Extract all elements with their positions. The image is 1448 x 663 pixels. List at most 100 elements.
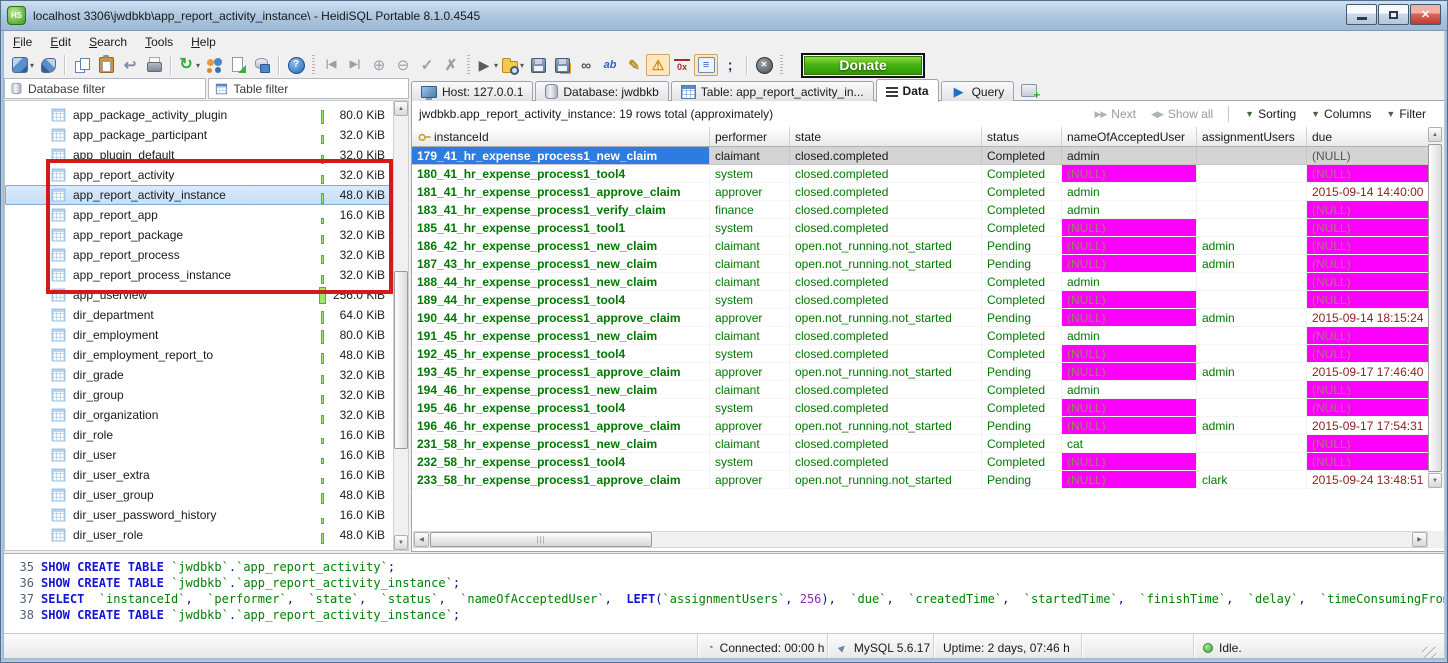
grid-cell[interactable]: (NULL) bbox=[1062, 471, 1197, 489]
grid-cell[interactable]: admin bbox=[1062, 183, 1197, 201]
grid-cell[interactable]: system bbox=[710, 219, 790, 237]
grid-cell[interactable]: system bbox=[710, 399, 790, 417]
grid-cell[interactable]: (NULL) bbox=[1307, 453, 1430, 471]
tree-scrollbar-thumb[interactable] bbox=[394, 271, 408, 449]
user-manager-button[interactable] bbox=[202, 54, 226, 76]
grid-cell[interactable] bbox=[1197, 291, 1307, 309]
data-row[interactable]: 232_58_hr_expense_process1_tool4systemcl… bbox=[412, 453, 1445, 471]
stop-button[interactable]: ✕ bbox=[752, 54, 776, 76]
table-item-app_plugin_default[interactable]: app_plugin_default32.0 KiB bbox=[5, 145, 393, 165]
data-row[interactable]: 196_46_hr_expense_process1_approve_claim… bbox=[412, 417, 1445, 435]
undo-button[interactable]: ↩ bbox=[118, 54, 142, 76]
table-item-dir_organization[interactable]: dir_organization32.0 KiB bbox=[5, 405, 393, 425]
grid-cell[interactable]: admin bbox=[1197, 309, 1307, 327]
table-item-app_report_process[interactable]: app_report_process32.0 KiB bbox=[5, 245, 393, 265]
table-item-dir_user_extra[interactable]: dir_user_extra16.0 KiB bbox=[5, 465, 393, 485]
data-row[interactable]: 195_46_hr_expense_process1_tool4systemcl… bbox=[412, 399, 1445, 417]
grid-cell[interactable]: 190_44_hr_expense_process1_approve_claim bbox=[412, 309, 710, 327]
grid-cell[interactable]: 187_43_hr_expense_process1_new_claim bbox=[412, 255, 710, 273]
new-query-tab-button[interactable]: + bbox=[1021, 84, 1037, 97]
grid-cell[interactable]: Completed bbox=[982, 345, 1062, 363]
data-row[interactable]: 181_41_hr_expense_process1_approve_claim… bbox=[412, 183, 1445, 201]
grid-cell[interactable]: admin bbox=[1062, 273, 1197, 291]
close-button[interactable]: ✕ bbox=[1410, 4, 1441, 25]
grid-cell[interactable]: 2015-09-17 17:54:31 bbox=[1307, 417, 1430, 435]
grid-cell[interactable] bbox=[1197, 165, 1307, 183]
column-header-assignmentUsers[interactable]: assignmentUsers bbox=[1197, 127, 1307, 146]
donate-button[interactable]: Donate bbox=[801, 53, 925, 78]
load-sql-file-button[interactable]: ▾ bbox=[500, 54, 526, 76]
table-item-dir_user[interactable]: dir_user16.0 KiB bbox=[5, 445, 393, 465]
grid-cell[interactable] bbox=[1197, 219, 1307, 237]
grid-cell[interactable]: (NULL) bbox=[1307, 291, 1430, 309]
data-row[interactable]: 194_46_hr_expense_process1_new_claimclai… bbox=[412, 381, 1445, 399]
session-manager-button[interactable]: ▾ bbox=[10, 54, 36, 76]
grid-cell[interactable]: open.not_running.not_started bbox=[790, 237, 982, 255]
run-query-button[interactable]: ▶▾ bbox=[474, 54, 500, 76]
grid-vscrollbar-thumb[interactable] bbox=[1428, 144, 1442, 472]
column-header-state[interactable]: state bbox=[790, 127, 982, 146]
grid-cell[interactable]: approver bbox=[710, 417, 790, 435]
column-header-instanceId[interactable]: instanceId bbox=[412, 127, 710, 146]
table-filter-input[interactable]: Table filter bbox=[208, 78, 410, 99]
grid-cell[interactable]: Completed bbox=[982, 327, 1062, 345]
menu-tools[interactable]: Tools bbox=[136, 33, 182, 51]
data-row[interactable]: 191_45_hr_expense_process1_new_claimclai… bbox=[412, 327, 1445, 345]
grid-cell[interactable]: open.not_running.not_started bbox=[790, 417, 982, 435]
table-item-dir_employment_report_to[interactable]: dir_employment_report_to48.0 KiB bbox=[5, 345, 393, 365]
data-row[interactable]: 187_43_hr_expense_process1_new_claimclai… bbox=[412, 255, 1445, 273]
grid-cell[interactable]: Completed bbox=[982, 183, 1062, 201]
grid-horizontal-scrollbar[interactable]: ◀ ||| ▶ bbox=[413, 531, 1428, 548]
grid-cell[interactable]: claimant bbox=[710, 381, 790, 399]
tab-host[interactable]: Host: 127.0.0.1 bbox=[411, 81, 533, 101]
grid-cell[interactable]: 186_42_hr_expense_process1_new_claim bbox=[412, 237, 710, 255]
save-sql-as-button[interactable] bbox=[550, 54, 574, 76]
grid-cell[interactable]: (NULL) bbox=[1307, 165, 1430, 183]
grid-cell[interactable]: 185_41_hr_expense_process1_tool1 bbox=[412, 219, 710, 237]
database-filter-input[interactable]: Database filter bbox=[4, 78, 206, 99]
grid-cell[interactable]: Pending bbox=[982, 255, 1062, 273]
grid-cell[interactable]: (NULL) bbox=[1307, 273, 1430, 291]
grid-cell[interactable]: 188_44_hr_expense_process1_new_claim bbox=[412, 273, 710, 291]
grid-cell[interactable]: (NULL) bbox=[1307, 219, 1430, 237]
grid-cell[interactable]: (NULL) bbox=[1062, 363, 1197, 381]
grid-cell[interactable]: closed.completed bbox=[790, 381, 982, 399]
grid-cell[interactable]: system bbox=[710, 453, 790, 471]
grid-cell[interactable]: (NULL) bbox=[1062, 345, 1197, 363]
grid-cell[interactable]: admin bbox=[1197, 417, 1307, 435]
menu-edit[interactable]: Edit bbox=[41, 33, 80, 51]
clear-editor-button[interactable]: ✎ bbox=[622, 54, 646, 76]
grid-cell[interactable]: closed.completed bbox=[790, 291, 982, 309]
grid-cell[interactable]: (NULL) bbox=[1062, 399, 1197, 417]
grid-cell[interactable]: claimant bbox=[710, 255, 790, 273]
grid-cell[interactable]: closed.completed bbox=[790, 219, 982, 237]
grid-cell[interactable]: system bbox=[710, 291, 790, 309]
grid-cell[interactable]: finance bbox=[710, 201, 790, 219]
columns-dropdown[interactable]: ▼Columns bbox=[1311, 107, 1371, 121]
cancel-editing-button[interactable]: ✗ bbox=[439, 54, 463, 76]
sql-log[interactable]: 35SHOW CREATE TABLE `jwdbkb`.`app_report… bbox=[4, 553, 1446, 633]
refresh-button[interactable]: ↻▾ bbox=[176, 54, 202, 76]
menu-help[interactable]: Help bbox=[182, 33, 225, 51]
scroll-down-icon[interactable]: ▼ bbox=[394, 535, 408, 550]
grid-cell[interactable]: admin bbox=[1197, 363, 1307, 381]
grid-cell[interactable]: approver bbox=[710, 471, 790, 489]
grid-cell[interactable]: (NULL) bbox=[1307, 255, 1430, 273]
column-header-performer[interactable]: performer bbox=[710, 127, 790, 146]
grid-cell[interactable] bbox=[1197, 273, 1307, 291]
last-record-button[interactable]: ▶| bbox=[343, 54, 367, 76]
table-item-dir_user_group[interactable]: dir_user_group48.0 KiB bbox=[5, 485, 393, 505]
grid-cell[interactable]: (NULL) bbox=[1062, 453, 1197, 471]
grid-cell[interactable]: Completed bbox=[982, 453, 1062, 471]
grid-cell[interactable]: Pending bbox=[982, 363, 1062, 381]
find-text-button[interactable]: ∞ bbox=[574, 54, 598, 76]
grid-cell[interactable]: 2015-09-14 14:40:00 bbox=[1307, 183, 1430, 201]
table-item-dir_department[interactable]: dir_department64.0 KiB bbox=[5, 305, 393, 325]
grid-cell[interactable]: 233_58_hr_expense_process1_approve_claim bbox=[412, 471, 710, 489]
grid-cell[interactable]: open.not_running.not_started bbox=[790, 363, 982, 381]
grid-cell[interactable]: closed.completed bbox=[790, 345, 982, 363]
grid-cell[interactable]: approver bbox=[710, 183, 790, 201]
grid-cell[interactable]: (NULL) bbox=[1307, 435, 1430, 453]
column-header-due[interactable]: due bbox=[1307, 127, 1430, 146]
grid-cell[interactable]: claimant bbox=[710, 237, 790, 255]
